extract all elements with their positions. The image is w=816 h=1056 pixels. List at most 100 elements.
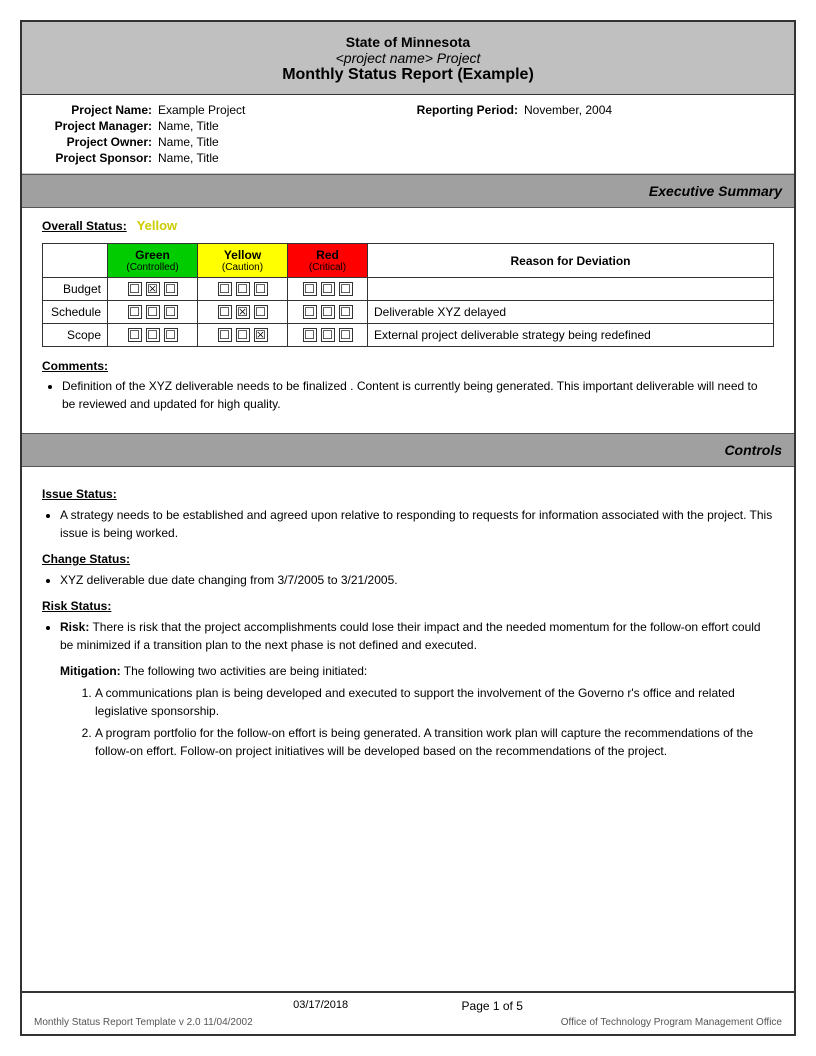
empty-header bbox=[43, 244, 108, 278]
yellow-checkboxes bbox=[198, 278, 288, 301]
project-name-value: Example Project bbox=[158, 103, 245, 117]
yellow-sublabel: (Caution) bbox=[204, 262, 281, 273]
footer-template: Monthly Status Report Template v 2.0 11/… bbox=[34, 1017, 253, 1028]
checkbox[interactable] bbox=[128, 305, 142, 319]
row-label: Scope bbox=[43, 324, 108, 347]
table-header-row: Green (Controlled) Yellow (Caution) Red … bbox=[43, 244, 774, 278]
header-title2: <project name> Project bbox=[32, 50, 784, 66]
overall-status-label: Overall Status: bbox=[42, 219, 127, 233]
controls-title: Controls bbox=[724, 442, 782, 458]
comments-section: Comments: Definition of the XYZ delivera… bbox=[42, 359, 774, 413]
footer-date: 03/17/2018 bbox=[293, 999, 348, 1013]
issue-status-title: Issue Status: bbox=[42, 487, 774, 501]
project-sponsor-row: Project Sponsor: Name, Title bbox=[42, 151, 408, 165]
project-manager-value: Name, Title bbox=[158, 119, 219, 133]
red-header: Red (Critical) bbox=[288, 244, 368, 278]
checkbox[interactable] bbox=[128, 328, 142, 342]
table-row: Budget bbox=[43, 278, 774, 301]
checkbox[interactable] bbox=[303, 282, 317, 296]
page-spacer bbox=[22, 776, 794, 976]
exec-summary-content: Overall Status: Yellow Green (Controlled… bbox=[22, 208, 794, 433]
checkbox[interactable] bbox=[303, 328, 317, 342]
risk-status-title: Risk Status: bbox=[42, 599, 774, 613]
mitigation-label: Mitigation: bbox=[60, 664, 121, 678]
checkbox[interactable] bbox=[254, 328, 268, 342]
checkbox[interactable] bbox=[321, 328, 335, 342]
checkbox[interactable] bbox=[321, 282, 335, 296]
checkbox[interactable] bbox=[164, 282, 178, 296]
status-table: Green (Controlled) Yellow (Caution) Red … bbox=[42, 243, 774, 347]
reason-cell: Deliverable XYZ delayed bbox=[368, 301, 774, 324]
checkbox[interactable] bbox=[218, 305, 232, 319]
issue-item: A strategy needs to be established and a… bbox=[60, 506, 774, 542]
red-checkboxes bbox=[288, 301, 368, 324]
project-sponsor-label: Project Sponsor: bbox=[42, 151, 152, 165]
row-label: Budget bbox=[43, 278, 108, 301]
table-row: Scope External project deliverable strate… bbox=[43, 324, 774, 347]
checkbox[interactable] bbox=[146, 328, 160, 342]
risk-item: Risk: There is risk that the project acc… bbox=[60, 618, 774, 654]
checkbox[interactable] bbox=[339, 282, 353, 296]
yellow-label: Yellow bbox=[204, 248, 281, 262]
row-label: Schedule bbox=[43, 301, 108, 324]
project-manager-label: Project Manager: bbox=[42, 119, 152, 133]
checkbox[interactable] bbox=[254, 305, 268, 319]
project-owner-row: Project Owner: Name, Title bbox=[42, 135, 408, 149]
green-checkboxes bbox=[108, 301, 198, 324]
mitigation-item: A program portfolio for the follow-on ef… bbox=[95, 724, 774, 760]
controls-header: Controls bbox=[22, 433, 794, 467]
checkbox[interactable] bbox=[236, 282, 250, 296]
header-title3: Monthly Status Report (Example) bbox=[32, 66, 784, 84]
checkbox[interactable] bbox=[339, 305, 353, 319]
red-sublabel: (Critical) bbox=[294, 262, 361, 273]
checkbox[interactable] bbox=[128, 282, 142, 296]
change-list: XYZ deliverable due date changing from 3… bbox=[60, 571, 774, 589]
project-info-section: Project Name: Example Project Reporting … bbox=[22, 95, 794, 174]
checkbox[interactable] bbox=[146, 305, 160, 319]
project-name-row: Project Name: Example Project bbox=[42, 103, 408, 117]
exec-summary-title: Executive Summary bbox=[649, 183, 782, 199]
footer-office: Office of Technology Program Management … bbox=[561, 1017, 782, 1028]
checkbox[interactable] bbox=[236, 305, 250, 319]
project-owner-value: Name, Title bbox=[158, 135, 219, 149]
checkbox[interactable] bbox=[218, 328, 232, 342]
mitigation-item: A communications plan is being developed… bbox=[95, 684, 774, 720]
mitigation-intro: The following two activities are being i… bbox=[124, 664, 367, 678]
risk-label: Risk: bbox=[60, 620, 89, 634]
red-label: Red bbox=[294, 248, 361, 262]
risk-text: There is risk that the project accomplis… bbox=[60, 620, 761, 652]
checkbox[interactable] bbox=[146, 282, 160, 296]
project-owner-label: Project Owner: bbox=[42, 135, 152, 149]
page-container: State of Minnesota <project name> Projec… bbox=[20, 20, 796, 1036]
checkbox[interactable] bbox=[339, 328, 353, 342]
red-checkboxes bbox=[288, 278, 368, 301]
controls-content: Issue Status: A strategy needs to be est… bbox=[22, 467, 794, 776]
empty-row-2 bbox=[408, 135, 774, 149]
green-checkboxes bbox=[108, 278, 198, 301]
comments-list: Definition of the XYZ deliverable needs … bbox=[62, 377, 774, 413]
checkbox[interactable] bbox=[303, 305, 317, 319]
header-title1: State of Minnesota bbox=[32, 34, 784, 50]
comment-item: Definition of the XYZ deliverable needs … bbox=[62, 377, 774, 413]
page-footer: 03/17/2018 Page 1 of 5 Monthly Status Re… bbox=[22, 991, 794, 1034]
footer-top: 03/17/2018 Page 1 of 5 bbox=[34, 999, 782, 1013]
checkbox[interactable] bbox=[218, 282, 232, 296]
green-sublabel: (Controlled) bbox=[114, 262, 191, 273]
issue-list: A strategy needs to be established and a… bbox=[60, 506, 774, 542]
comments-title: Comments: bbox=[42, 359, 774, 373]
yellow-header: Yellow (Caution) bbox=[198, 244, 288, 278]
checkbox[interactable] bbox=[236, 328, 250, 342]
checkbox[interactable] bbox=[254, 282, 268, 296]
footer-page: Page 1 of 5 bbox=[462, 999, 523, 1013]
checkbox[interactable] bbox=[321, 305, 335, 319]
reason-cell: External project deliverable strategy be… bbox=[368, 324, 774, 347]
overall-status-row: Overall Status: Yellow bbox=[42, 218, 774, 233]
empty-row-1 bbox=[408, 119, 774, 133]
reporting-period-value: November, 2004 bbox=[524, 103, 612, 117]
yellow-checkboxes bbox=[198, 301, 288, 324]
mitigation-block: Mitigation: The following two activities… bbox=[60, 662, 774, 760]
checkbox[interactable] bbox=[164, 328, 178, 342]
checkbox[interactable] bbox=[164, 305, 178, 319]
project-name-label: Project Name: bbox=[42, 103, 152, 117]
project-sponsor-value: Name, Title bbox=[158, 151, 219, 165]
